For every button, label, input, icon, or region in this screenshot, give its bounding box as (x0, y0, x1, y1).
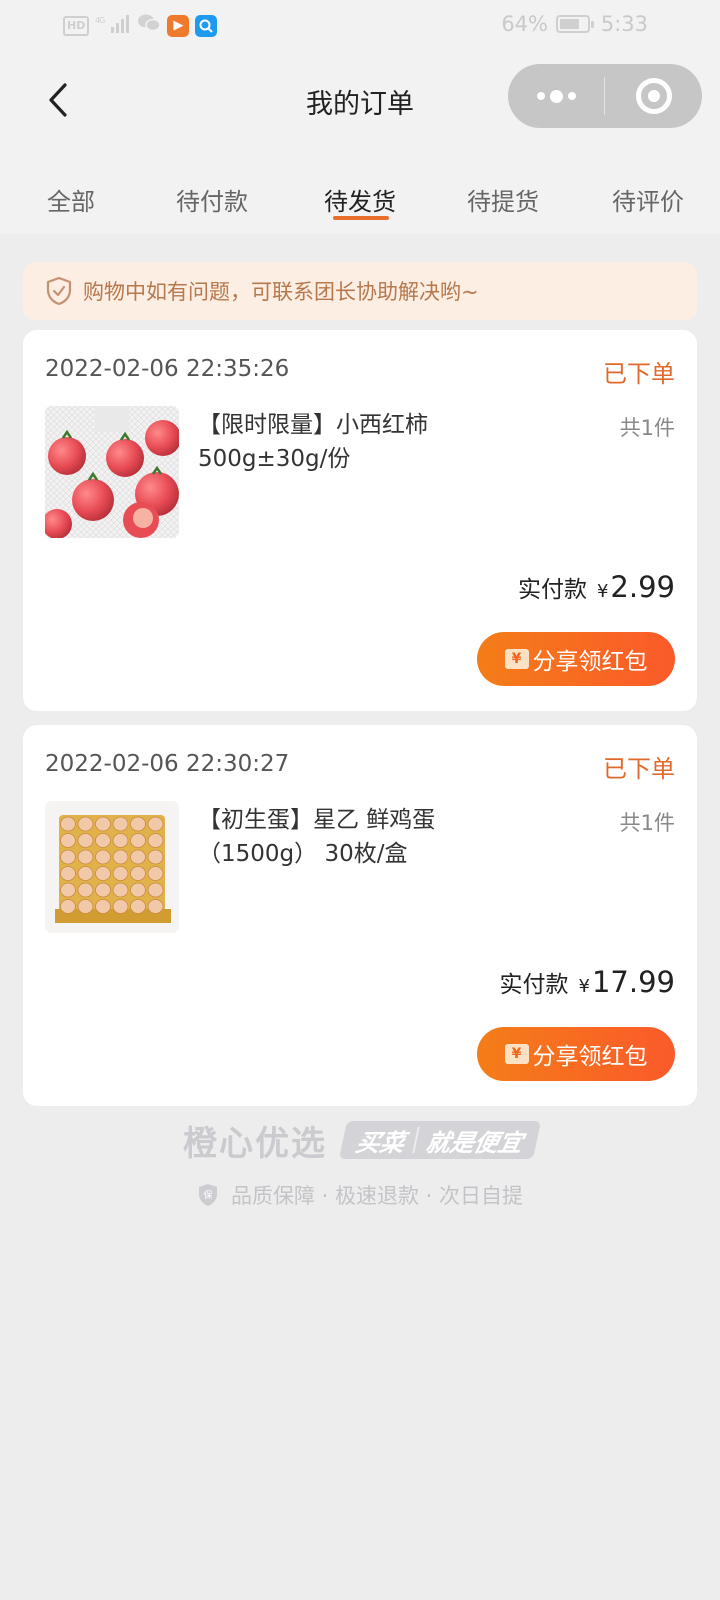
active-tab-indicator (333, 216, 389, 220)
product-image-tomatoes[interactable] (45, 406, 179, 538)
red-packet-icon (504, 649, 529, 669)
video-app-icon: ▶ (167, 14, 190, 37)
share-red-packet-button[interactable]: 分享领红包 (477, 632, 675, 686)
clock: 5:33 (600, 12, 648, 36)
slogan-part-a: 买菜 (353, 1128, 408, 1157)
product-name: 【限时限量】小西红柿500g±30g/份 (198, 412, 428, 472)
brand-slogan: 买菜 就是便宜 (338, 1121, 542, 1159)
product-image-eggs[interactable] (45, 801, 179, 933)
share-button-label: 分享领红包 (532, 649, 648, 675)
order-card[interactable]: 2022-02-06 22:30:27 已下单 【初生蛋】星乙 鲜鸡蛋（1500… (23, 725, 697, 1106)
battery-icon (556, 15, 594, 33)
target-close-icon[interactable] (605, 78, 702, 114)
help-notice: 购物中如有问题，可联系团长协助解决哟~ (23, 262, 697, 320)
red-packet-icon (504, 1044, 529, 1064)
slogan-part-b: 就是便宜 (423, 1128, 526, 1157)
share-button-label: 分享领红包 (532, 1044, 648, 1070)
amount: 17.99 (591, 965, 675, 999)
wechat-icon (137, 13, 162, 38)
battery-percent: 64% (501, 12, 548, 36)
notice-text: 购物中如有问题，可联系团长协助解决哟~ (83, 280, 479, 304)
tab-all[interactable]: 全部 (16, 182, 126, 217)
hd-indicator: HD (63, 15, 90, 36)
guarantee-shield-icon: 保 (197, 1183, 219, 1207)
amount: 2.99 (610, 570, 675, 604)
order-time: 2022-02-06 22:30:27 (45, 751, 290, 777)
search-app-icon (195, 14, 218, 37)
mini-program-capsule (508, 64, 702, 128)
product-name: 【初生蛋】星乙 鲜鸡蛋（1500g） 30枚/盒 (198, 807, 436, 867)
tab-pending-pickup[interactable]: 待提货 (448, 182, 558, 217)
tab-pending-review[interactable]: 待评价 (593, 182, 703, 217)
share-red-packet-button[interactable]: 分享领红包 (477, 1027, 675, 1081)
paid-label: 实付款 (517, 577, 587, 603)
status-bar: HD 4G ▶ 64% 5:33 (0, 0, 720, 50)
shield-check-icon (45, 276, 73, 306)
paid-label: 实付款 (499, 972, 569, 998)
more-dots-icon[interactable] (508, 89, 604, 103)
nav-bar: 我的订单 (0, 60, 720, 140)
svg-text:保: 保 (203, 1189, 212, 1201)
svg-text:4G: 4G (95, 16, 105, 25)
order-status: 已下单 (603, 755, 675, 783)
guarantee-line: 保 品质保障 · 极速退款 · 次日自提 (0, 1180, 720, 1210)
paid-amount: 实付款 ¥ 17.99 (500, 965, 675, 999)
currency-symbol: ¥ (596, 581, 609, 602)
signal-icon: 4G (95, 14, 131, 38)
currency-symbol: ¥ (578, 976, 590, 997)
brand-name: 橙心优选 (183, 1123, 327, 1164)
order-tabs: 全部 待付款 待发货 待提货 待评价 (0, 168, 720, 228)
guarantee-text: 品质保障 · 极速退款 · 次日自提 (230, 1184, 524, 1208)
order-status: 已下单 (603, 360, 675, 388)
order-time: 2022-02-06 22:35:26 (45, 356, 290, 382)
order-card[interactable]: 2022-02-06 22:35:26 已下单 【限时限量】小西红柿500g±3… (23, 330, 697, 711)
paid-amount: 实付款 ¥ 2.99 (518, 570, 675, 604)
tab-pending-payment[interactable]: 待付款 (157, 182, 267, 217)
tab-pending-shipment[interactable]: 待发货 (305, 182, 415, 217)
item-count: 共1件 (619, 416, 675, 440)
item-count: 共1件 (619, 811, 675, 835)
brand-footer: 橙心优选 买菜 就是便宜 (0, 1118, 720, 1164)
